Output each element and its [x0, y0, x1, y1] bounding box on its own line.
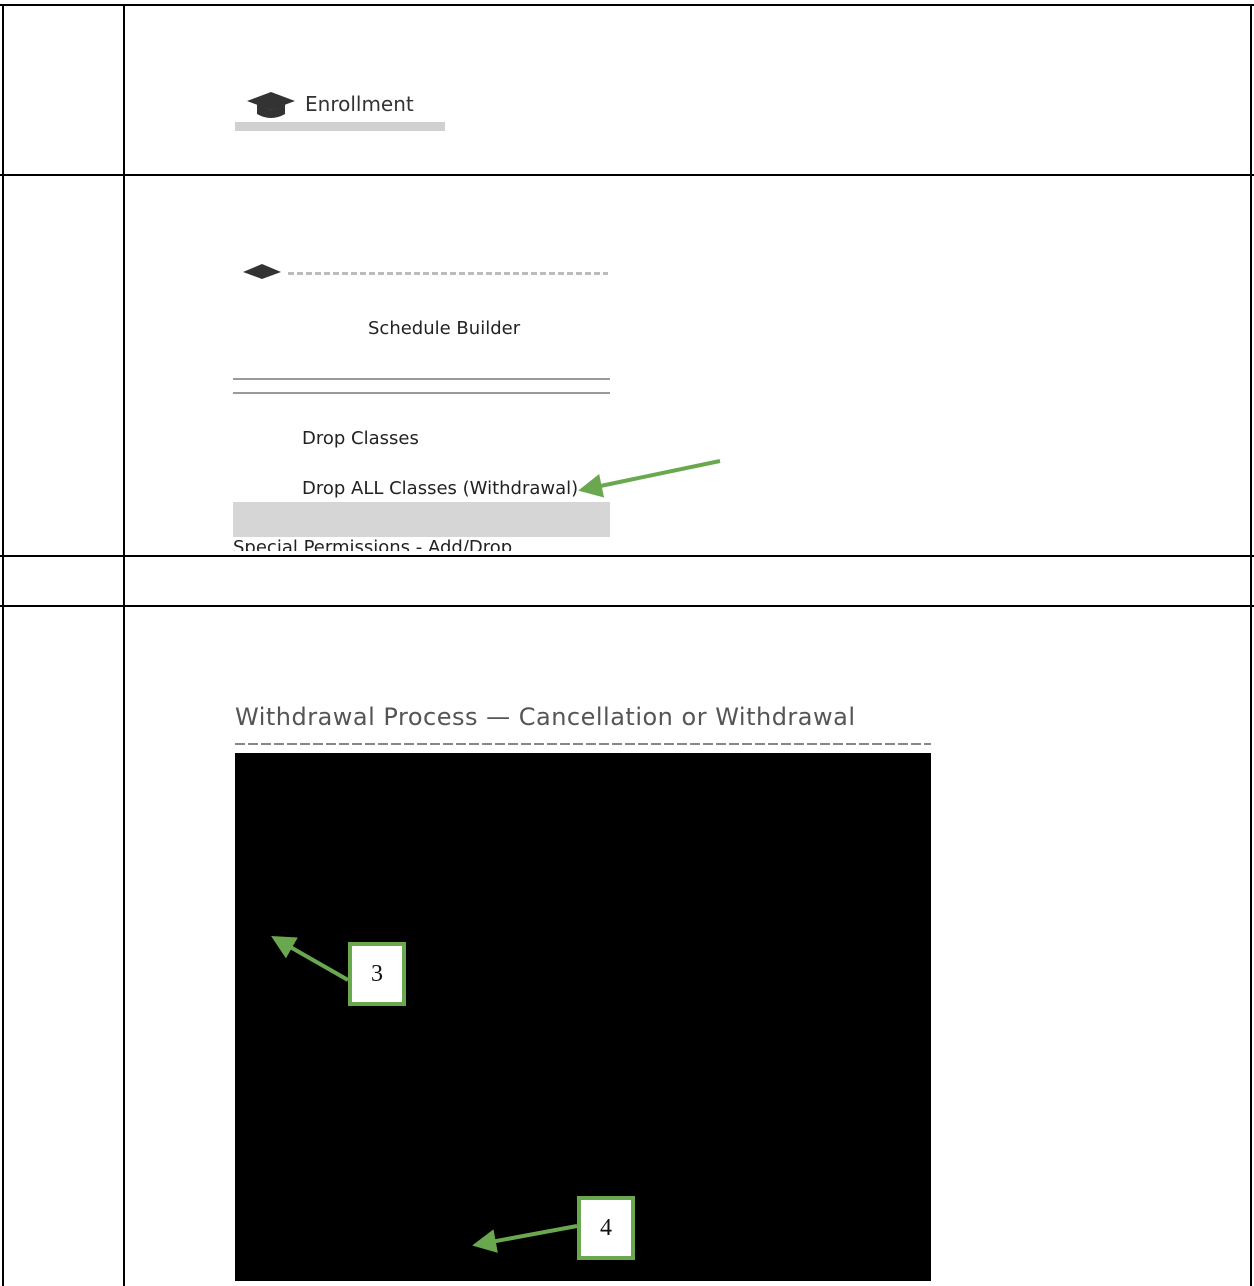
withdrawal-page-screenshot: Withdrawal Process — Cancellation or Wit… [235, 703, 931, 1281]
enrollment-menu-screenshot: Schedule Builder Drop Classes Drop ALL C… [233, 258, 610, 551]
table-border-top [0, 4, 1254, 6]
table-border-left [2, 4, 4, 1286]
table-row-divider-2 [0, 555, 1254, 557]
enrollment-label: Enrollment [305, 92, 414, 116]
graduation-cap-icon [243, 264, 281, 279]
graduation-cap-icon [247, 92, 295, 118]
callout-4: 4 [577, 1196, 635, 1260]
table-row-divider-3 [0, 605, 1254, 607]
table-row-divider-1 [0, 174, 1254, 176]
enrollment-tile-screenshot: Enrollment [235, 86, 445, 131]
table-border-right [1250, 4, 1252, 1286]
menu-item-schedule-builder[interactable]: Schedule Builder [368, 318, 520, 339]
menu-separator [233, 392, 610, 394]
menu-item-special-permissions[interactable]: Special Permissions - Add/Drop [233, 537, 512, 551]
scan-artifact-line [288, 272, 608, 275]
menu-item-drop-all-classes[interactable]: Drop ALL Classes (Withdrawal) [302, 478, 578, 499]
scan-artifact-line [235, 743, 931, 745]
menu-item-drop-classes[interactable]: Drop Classes [302, 428, 419, 449]
withdrawal-heading: Withdrawal Process — Cancellation or Wit… [235, 703, 856, 731]
highlight-band [233, 502, 610, 537]
table-column-divider [123, 4, 125, 1286]
menu-separator [233, 378, 610, 380]
callout-3: 3 [348, 942, 406, 1006]
scan-artifact-bar [235, 122, 445, 131]
